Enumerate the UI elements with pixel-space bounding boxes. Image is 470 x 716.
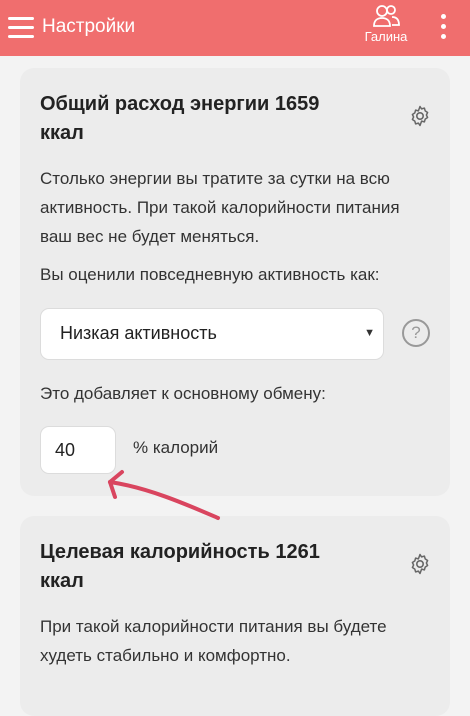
gear-icon[interactable] xyxy=(408,104,432,128)
gear-icon[interactable] xyxy=(408,552,432,576)
activity-select[interactable]: Низкая активность ▼ xyxy=(40,308,384,360)
energy-card-title: Общий расход энергии 1659 ккал xyxy=(40,93,320,144)
target-calorie-card: Целевая калорийность 1261 ккал При такой… xyxy=(20,516,450,716)
help-icon[interactable]: ? xyxy=(402,319,430,347)
more-vertical-icon[interactable] xyxy=(434,14,452,42)
target-card-description: При такой калорийности питания вы будете… xyxy=(40,617,387,665)
energy-card-description: Столько энергии вы тратите за сутки на в… xyxy=(40,169,400,246)
user-name: Галина xyxy=(364,29,408,44)
addition-label: Это добавляет к основному обмену: xyxy=(40,384,326,403)
app-bar: Настройки Галина xyxy=(0,0,470,56)
page-title: Настройки xyxy=(42,16,136,37)
users-icon xyxy=(373,5,400,27)
hamburger-menu-icon[interactable] xyxy=(8,17,34,39)
activity-label: Вы оценили повседневную активность как: xyxy=(40,265,380,284)
target-card-title: Целевая калорийность 1261 ккал xyxy=(40,541,320,592)
calorie-percent-input[interactable] xyxy=(40,426,116,474)
energy-expenditure-card: Общий расход энергии 1659 ккал Столько э… xyxy=(20,68,450,496)
user-profile-button[interactable]: Галина xyxy=(360,4,412,52)
dropdown-caret-icon: ▼ xyxy=(364,327,375,339)
calorie-percent-unit: % калорий xyxy=(133,438,219,457)
activity-select-value: Низкая активность xyxy=(60,323,217,343)
